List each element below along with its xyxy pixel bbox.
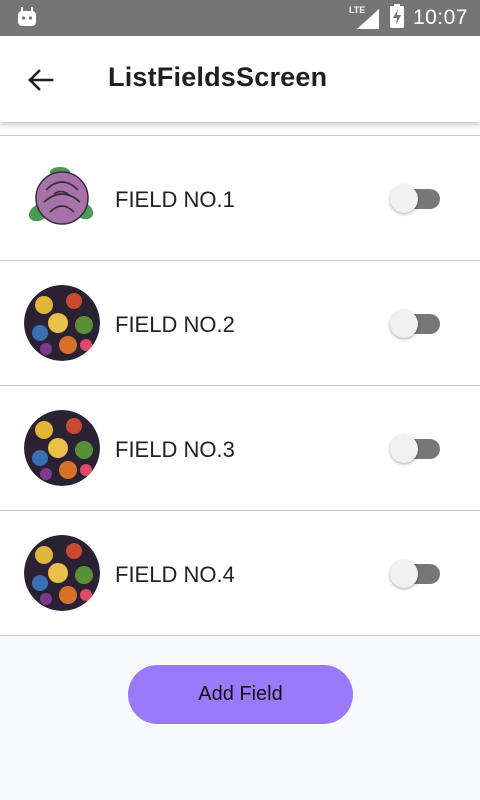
field-label: FIELD NO.2 — [115, 312, 235, 337]
field-toggle[interactable] — [390, 184, 442, 213]
app-bar: ListFieldsScreen — [0, 36, 480, 122]
field-label: FIELD NO.4 — [115, 562, 235, 587]
list-item-field-3[interactable]: FIELD NO.3 — [0, 386, 480, 511]
field-label: FIELD NO.1 — [115, 187, 235, 212]
back-button[interactable] — [20, 60, 60, 100]
android-icon — [16, 6, 38, 33]
field-list: FIELD NO.1 FIELD NO.2 FIELD NO.3 FIELD N… — [0, 122, 480, 636]
switch-thumb — [390, 435, 418, 463]
add-field-button[interactable]: Add Field — [128, 665, 353, 724]
status-bar: LTE 10:07 — [0, 0, 480, 36]
field-label: FIELD NO.3 — [115, 437, 235, 462]
field-image-fruit-pattern — [24, 285, 100, 361]
field-toggle[interactable] — [390, 559, 442, 588]
field-image-fruit-pattern — [24, 535, 100, 611]
list-item-field-2[interactable]: FIELD NO.2 — [0, 261, 480, 386]
arrow-back-icon — [28, 69, 54, 91]
field-image-fruit-pattern — [24, 410, 100, 486]
list-item-field-1[interactable]: FIELD NO.1 — [0, 136, 480, 261]
field-image-rose — [24, 160, 100, 236]
page-title: ListFieldsScreen — [108, 62, 328, 92]
list-item-field-4[interactable]: FIELD NO.4 — [0, 511, 480, 636]
field-toggle[interactable] — [390, 434, 442, 463]
status-time: 10:07 — [412, 6, 468, 29]
switch-thumb — [390, 560, 418, 588]
lte-signal-icon: LTE — [349, 5, 381, 31]
switch-thumb — [390, 310, 418, 338]
field-toggle[interactable] — [390, 309, 442, 338]
switch-thumb — [390, 185, 418, 213]
battery-charging-icon — [389, 3, 405, 34]
